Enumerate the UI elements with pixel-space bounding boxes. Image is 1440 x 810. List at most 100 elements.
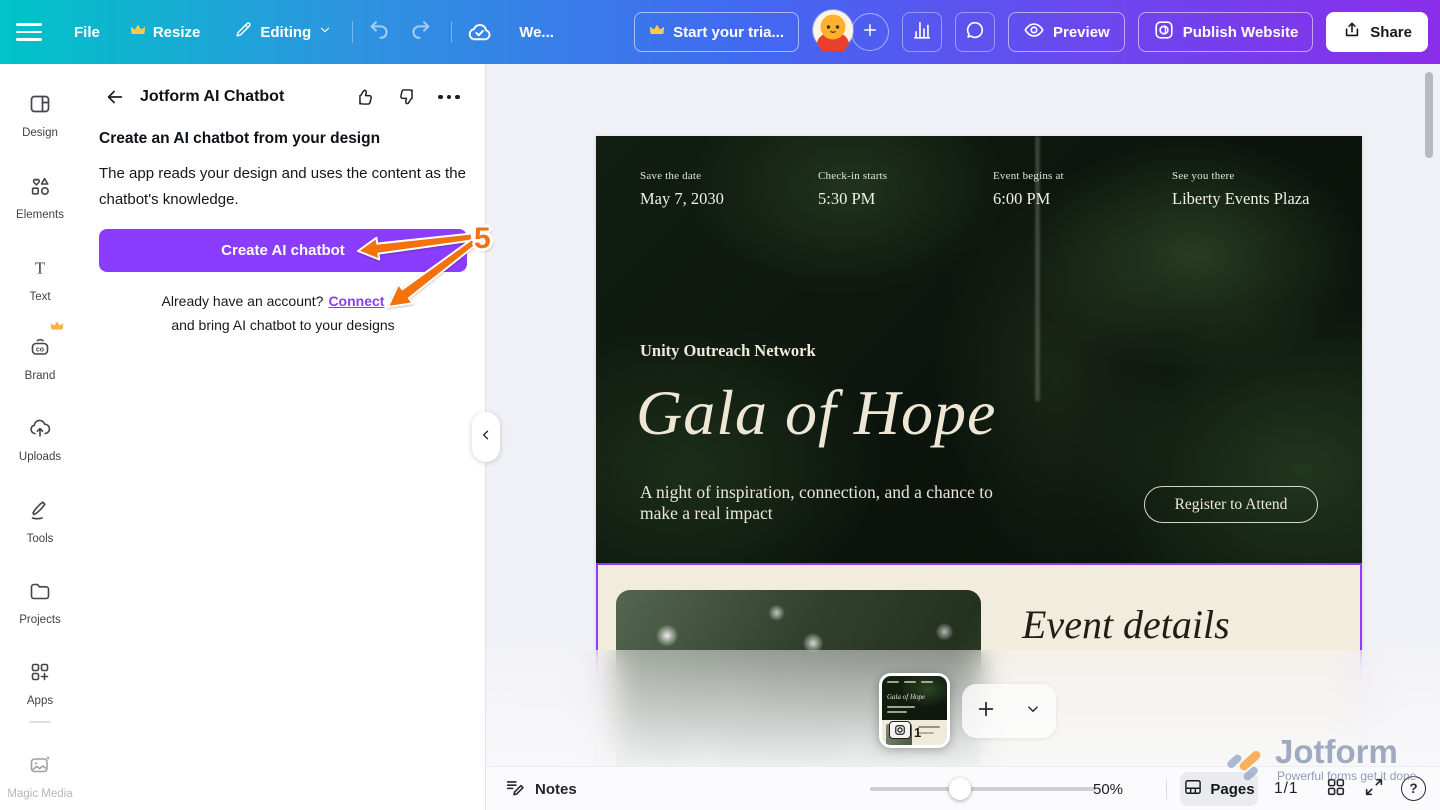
account-prompt: Already have an account?	[162, 293, 324, 309]
grid-view-button[interactable]	[1325, 767, 1347, 810]
undo-icon	[367, 17, 392, 47]
page-indicator: 1/1	[1274, 767, 1299, 810]
pages-toggle-button[interactable]: Pages	[1180, 772, 1258, 806]
help-button[interactable]: ?	[1401, 776, 1426, 801]
insights-button[interactable]	[902, 12, 942, 52]
chevron-left-icon	[479, 428, 493, 447]
comments-button[interactable]	[955, 12, 995, 52]
cloud-save-status-icon	[466, 19, 493, 46]
eye-icon	[1023, 19, 1045, 45]
sidebar-item-text[interactable]: T Text	[0, 256, 80, 303]
connect-subtext: and bring AI chatbot to your designs	[80, 317, 486, 333]
elements-icon	[28, 174, 52, 203]
brand-icon: co	[28, 335, 52, 364]
sidebar-item-uploads[interactable]: Uploads	[0, 416, 80, 463]
svg-text:T: T	[35, 259, 46, 278]
toolbar-right: Start your tria... Preview Publish Websi	[634, 9, 1428, 56]
add-member-button[interactable]	[851, 13, 889, 51]
thumbs-up-icon[interactable]	[350, 84, 380, 110]
website-page-badge-icon	[889, 721, 911, 739]
create-ai-chatbot-button[interactable]: Create AI chatbot	[99, 229, 467, 272]
jotform-app-panel: Jotform AI Chatbot Create an AI chatbot …	[80, 64, 486, 810]
page-controls	[962, 684, 1056, 738]
notes-button[interactable]: Notes	[504, 767, 577, 810]
plus-icon	[975, 698, 997, 725]
zoom-slider-thumb[interactable]	[949, 778, 971, 800]
redo-button[interactable]	[408, 17, 433, 47]
info-column[interactable]: Save the date May 7, 2030	[640, 170, 724, 209]
main-menu-icon[interactable]	[16, 23, 42, 41]
text-icon: T	[28, 256, 52, 285]
sidebar-item-apps[interactable]: Apps	[0, 660, 80, 707]
sidebar-item-brand[interactable]: co Brand	[0, 335, 80, 382]
object-panel-rail: Design Elements T Text co Brand Uploads …	[0, 64, 80, 810]
chevron-down-icon	[318, 23, 332, 42]
sidebar-item-magic-media[interactable]: Magic Media	[0, 753, 80, 800]
page-thumb-number: 1	[914, 725, 921, 740]
editing-mode-menu[interactable]: Editing	[234, 20, 332, 44]
event-tagline[interactable]: A night of inspiration, connection, and …	[640, 482, 1030, 524]
thumbs-down-icon[interactable]	[392, 84, 422, 110]
canvas-scrollbar[interactable]	[1425, 72, 1433, 158]
comment-bubble-icon	[964, 19, 986, 46]
redo-icon	[408, 17, 433, 47]
grid-icon	[1325, 776, 1347, 803]
hero-section[interactable]: Save the date May 7, 2030 Check-in start…	[596, 136, 1362, 563]
chevron-down-icon	[1024, 700, 1042, 723]
rail-divider	[29, 721, 51, 723]
panel-collapse-button[interactable]	[472, 412, 500, 462]
publish-icon	[1153, 19, 1175, 45]
panel-description: The app reads your design and uses the c…	[99, 161, 469, 213]
register-button[interactable]: Register to Attend	[1144, 486, 1318, 523]
thumbnail-preview: Gala of Hope	[882, 676, 947, 720]
design-icon	[28, 92, 52, 121]
sidebar-item-projects[interactable]: Projects	[0, 579, 80, 626]
toolbar-divider	[451, 21, 452, 43]
file-menu[interactable]: File	[74, 24, 100, 41]
document-title[interactable]: We...	[519, 24, 554, 41]
start-trial-button[interactable]: Start your tria...	[634, 12, 799, 52]
top-toolbar: File Resize Editing We...	[0, 0, 1440, 64]
bottombar-divider	[1166, 779, 1167, 799]
crown-icon	[649, 23, 665, 41]
more-options-icon[interactable]	[434, 84, 464, 110]
fullscreen-button[interactable]	[1363, 767, 1385, 810]
sidebar-item-elements[interactable]: Elements	[0, 174, 80, 221]
fullscreen-icon	[1363, 776, 1385, 803]
organization-name[interactable]: Unity Outreach Network	[640, 341, 816, 361]
page-thumbnail[interactable]: Gala of Hope 1	[879, 673, 950, 748]
zoom-slider[interactable]	[870, 787, 1095, 791]
info-column[interactable]: Event begins at 6:00 PM	[993, 170, 1064, 209]
section-heading[interactable]: Event details	[1022, 601, 1230, 648]
bar-chart-icon	[911, 19, 933, 46]
share-button[interactable]: Share	[1326, 12, 1428, 52]
back-arrow-icon[interactable]	[104, 84, 126, 110]
avatar[interactable]	[812, 9, 854, 56]
connect-link[interactable]: Connect	[328, 293, 384, 309]
sidebar-item-tools[interactable]: Tools	[0, 498, 80, 545]
resize-menu[interactable]: Resize	[130, 23, 201, 42]
external-link-icon[interactable]	[389, 294, 404, 309]
crown-icon	[50, 319, 64, 337]
magic-media-icon	[28, 753, 52, 782]
page-options-button[interactable]	[1009, 684, 1056, 738]
panel-title: Jotform AI Chatbot	[140, 88, 284, 106]
pages-icon	[1183, 777, 1203, 801]
question-mark-icon: ?	[1409, 781, 1417, 796]
canva-editor: File Resize Editing We...	[0, 0, 1440, 810]
event-title[interactable]: Gala of Hope	[636, 376, 996, 450]
info-column[interactable]: See you there Liberty Events Plaza	[1172, 170, 1309, 209]
plus-icon	[861, 21, 879, 44]
connect-row: Already have an account? Connect	[80, 293, 486, 309]
upload-cloud-icon	[28, 416, 52, 445]
preview-button[interactable]: Preview	[1008, 12, 1125, 52]
add-page-button[interactable]	[962, 684, 1009, 738]
sidebar-item-design[interactable]: Design	[0, 92, 80, 139]
publish-website-button[interactable]: Publish Website	[1138, 12, 1314, 52]
zoom-level[interactable]: 50%	[1093, 767, 1123, 810]
account-cluster	[812, 9, 889, 56]
folder-icon	[28, 579, 52, 608]
undo-button[interactable]	[367, 17, 392, 47]
panel-heading: Create an AI chatbot from your design	[99, 130, 380, 148]
info-column[interactable]: Check-in starts 5:30 PM	[818, 170, 887, 209]
